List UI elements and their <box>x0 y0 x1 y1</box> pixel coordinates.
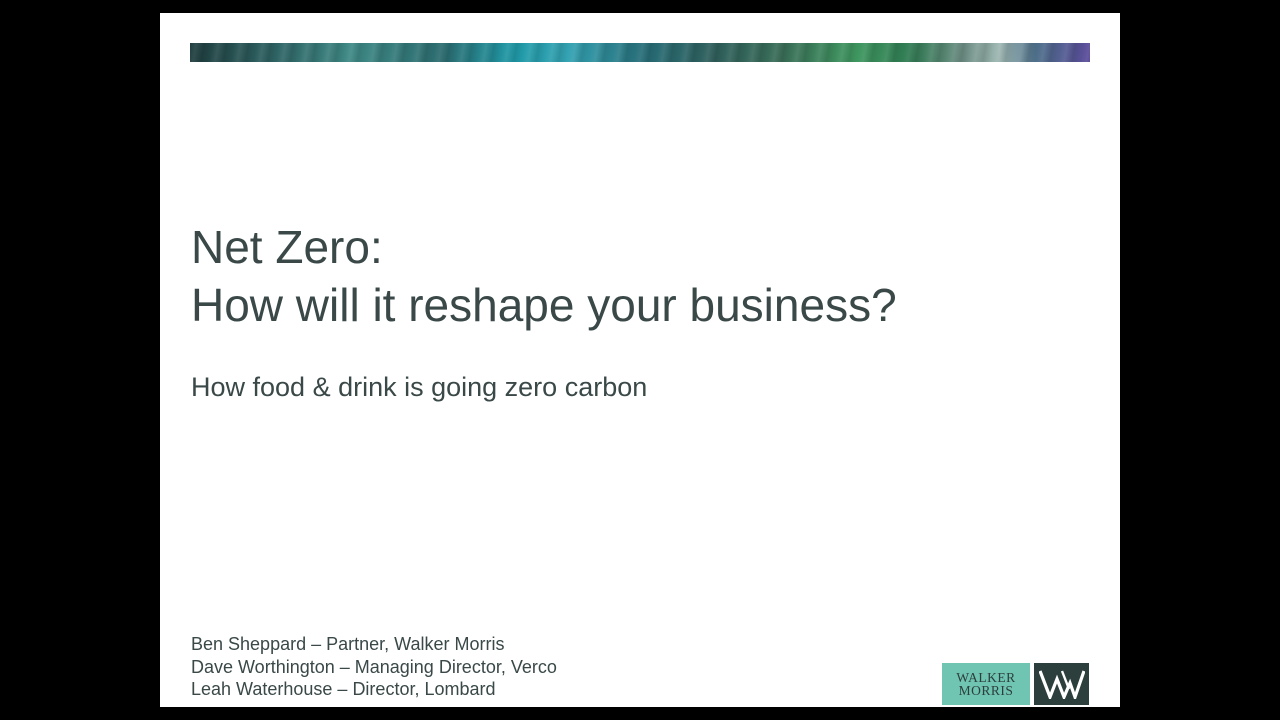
walker-morris-logo: WALKER MORRIS <box>942 663 1089 705</box>
decorative-banner <box>190 43 1090 62</box>
slide-title-line-2: How will it reshape your business? <box>191 279 897 331</box>
slide-title-line-1: Net Zero: <box>191 221 383 273</box>
speaker-item: Ben Sheppard – Partner, Walker Morris <box>191 634 505 654</box>
wm-monogram-svg <box>1038 670 1085 699</box>
logo-wordmark: WALKER MORRIS <box>942 663 1030 705</box>
wm-monogram-icon <box>1034 663 1089 705</box>
logo-word-line-2: MORRIS <box>958 683 1014 698</box>
slide-subtitle: How food & drink is going zero carbon <box>191 372 648 402</box>
slide-title: Net Zero: How will it reshape your busin… <box>191 218 1071 334</box>
presentation-slide: Net Zero: How will it reshape your busin… <box>160 13 1120 707</box>
speaker-item: Dave Worthington – Managing Director, Ve… <box>191 656 557 677</box>
speaker-list: Ben Sheppard – Partner, Walker Morris Da… <box>191 633 891 701</box>
speaker-item: Leah Waterhouse – Director, Lombard <box>191 679 496 699</box>
